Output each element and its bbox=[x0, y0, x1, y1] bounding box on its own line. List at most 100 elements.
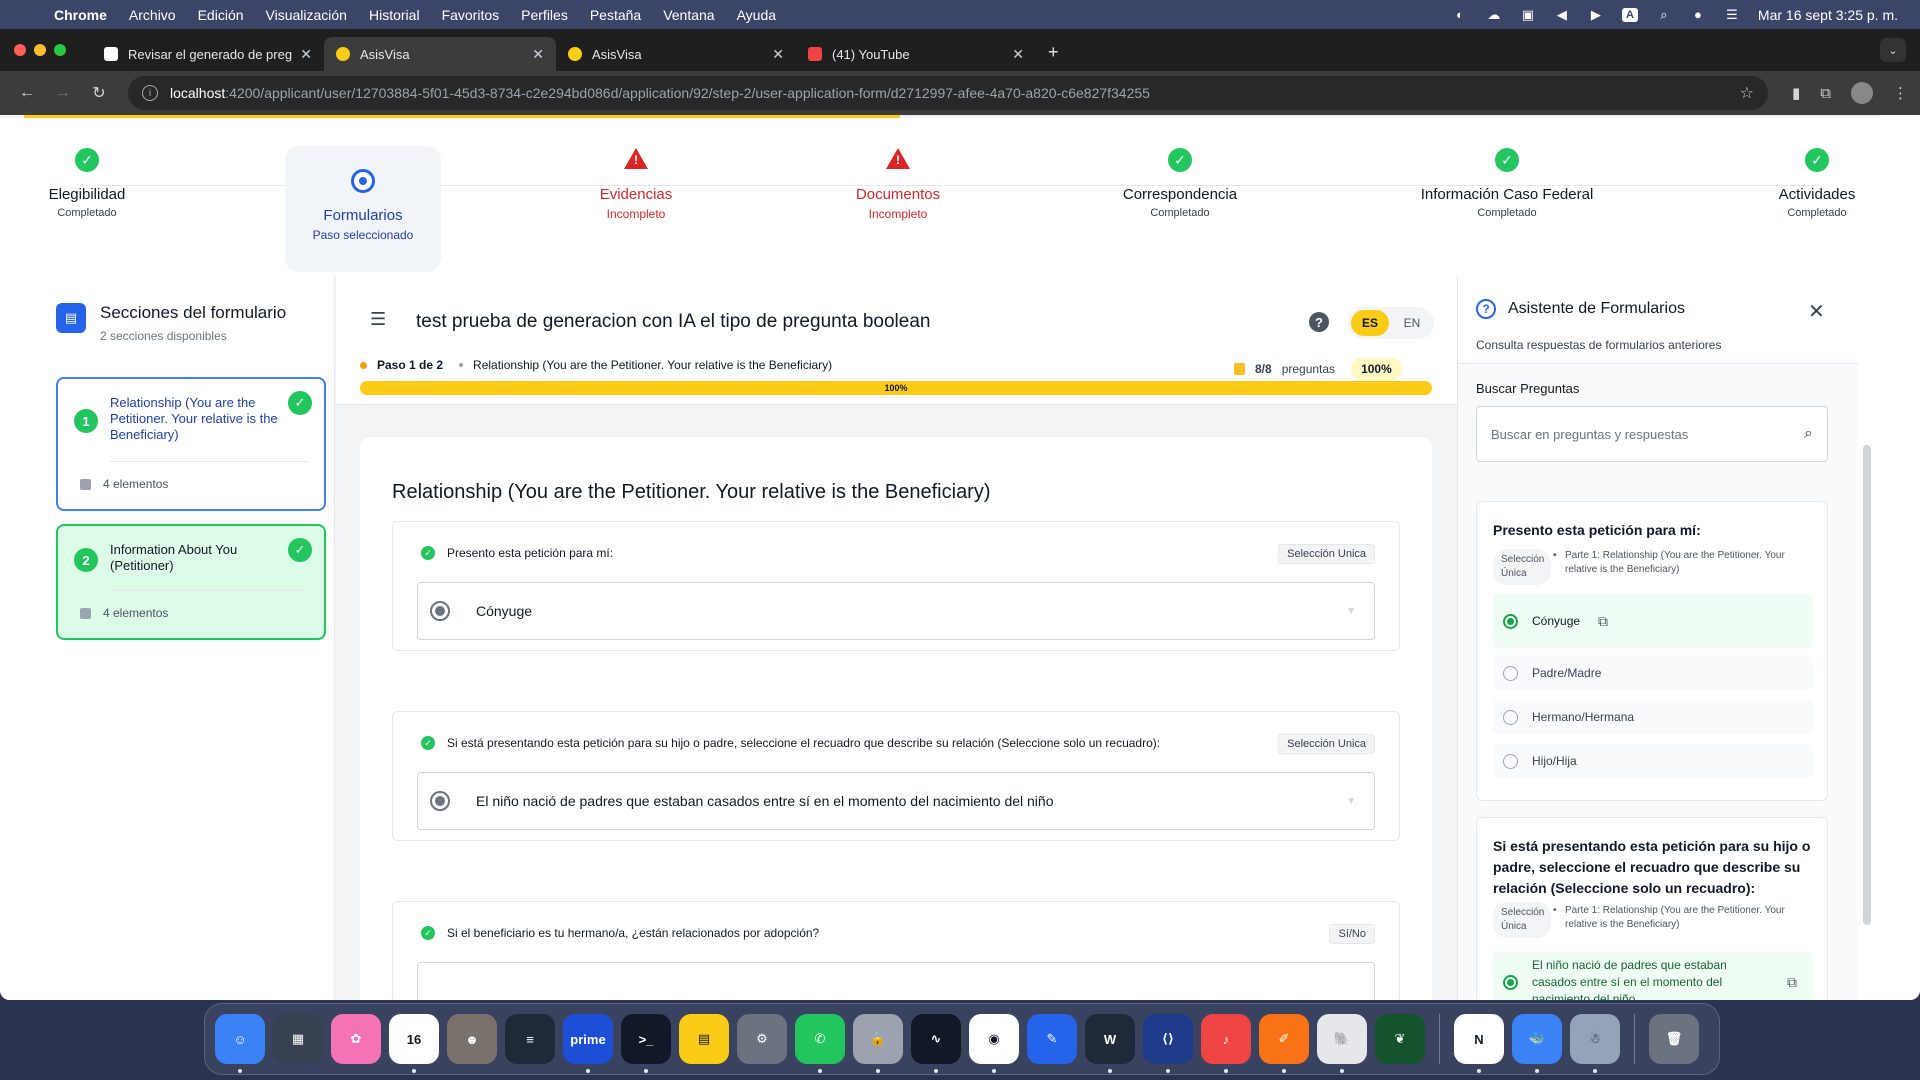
address-bar[interactable]: i localhost :4200/applicant/user/1270388… bbox=[128, 76, 1769, 110]
answer-option[interactable]: El niño nació de padres que estaban casa… bbox=[1493, 952, 1813, 1000]
form-assistant-panel: ? Asistente de Formularios ✕ Consulta re… bbox=[1457, 275, 1880, 1000]
menu-pestana[interactable]: Pestaña bbox=[590, 7, 641, 23]
section-card-1[interactable]: 1 Relationship (You are the Petitioner. … bbox=[56, 377, 326, 511]
menu-visualizacion[interactable]: Visualización bbox=[266, 7, 347, 23]
minimize-window-button[interactable] bbox=[34, 44, 46, 56]
close-tab-icon[interactable]: ✕ bbox=[772, 46, 784, 63]
dock-passwords-icon[interactable]: 🔒 bbox=[853, 1014, 903, 1073]
assistant-scrollbar[interactable] bbox=[1863, 445, 1871, 925]
input-source-icon[interactable]: A bbox=[1621, 7, 1638, 22]
answer-select[interactable]: Cónyuge ▼ bbox=[417, 582, 1375, 640]
step-correspondencia[interactable]: ✓ Correspondencia Completado bbox=[1095, 148, 1265, 219]
dock-notion-icon[interactable]: N bbox=[1454, 1014, 1504, 1073]
reload-icon[interactable]: ↻ bbox=[84, 83, 114, 103]
bookmark-star-icon[interactable]: ☆ bbox=[1740, 83, 1754, 103]
dock-terminal-icon[interactable]: >_ bbox=[621, 1014, 671, 1073]
step-evidencias[interactable]: ! Evidencias Incompleto bbox=[551, 148, 721, 221]
dock-whatsapp-icon[interactable]: ✆ bbox=[795, 1014, 845, 1073]
menubar-clock[interactable]: Mar 16 sept 3:25 p. m. bbox=[1758, 7, 1898, 23]
step-informacion-caso-federal[interactable]: ✓ Información Caso Federal Completado bbox=[1407, 148, 1607, 219]
menu-favoritos[interactable]: Favoritos bbox=[442, 7, 500, 23]
dock-music-icon[interactable]: ♪ bbox=[1201, 1014, 1251, 1073]
answer-option[interactable]: Cónyuge ⧉ bbox=[1493, 594, 1813, 648]
search-icon[interactable]: ⌕ bbox=[1804, 425, 1813, 443]
question-type-badge: Selección Unica bbox=[1278, 544, 1375, 564]
siri-icon[interactable]: ● bbox=[1690, 7, 1706, 22]
step-formularios[interactable]: Formularios Paso seleccionado bbox=[285, 146, 441, 272]
lang-es-button[interactable]: ES bbox=[1351, 310, 1389, 336]
volume-icon[interactable]: ◀ bbox=[1554, 7, 1570, 22]
help-icon[interactable]: ? bbox=[1309, 312, 1329, 332]
copy-icon[interactable]: ⧉ bbox=[1598, 613, 1608, 630]
dock-chrome-icon[interactable]: ◉ bbox=[969, 1014, 1019, 1073]
chevron-down-icon: ▼ bbox=[1346, 605, 1356, 617]
close-window-button[interactable] bbox=[14, 44, 26, 56]
dock-contacts-icon[interactable]: ☻ bbox=[447, 1014, 497, 1064]
answer-select[interactable]: El niño nació de padres que estaban casa… bbox=[417, 772, 1375, 830]
menu-ayuda[interactable]: Ayuda bbox=[737, 7, 776, 23]
answer-option[interactable]: Padre/Madre bbox=[1493, 656, 1813, 690]
browser-tab[interactable]: AsisVisa ✕ bbox=[556, 37, 796, 71]
dock-trash-icon[interactable]: 🗑 bbox=[1649, 1014, 1699, 1064]
play-icon[interactable]: ▶ bbox=[1588, 7, 1604, 22]
dock-activity-monitor-icon[interactable]: ∿ bbox=[911, 1014, 961, 1073]
close-icon[interactable]: ✕ bbox=[1808, 299, 1825, 324]
site-info-icon[interactable]: i bbox=[142, 85, 158, 101]
step-documentos[interactable]: ! Documentos Incompleto bbox=[813, 148, 983, 221]
collapse-menu-icon[interactable]: ☰ bbox=[370, 309, 386, 330]
dock-robot-app-icon[interactable]: ☃ bbox=[1570, 1014, 1620, 1073]
menu-ventana[interactable]: Ventana bbox=[663, 7, 714, 23]
dock-mongodb-compass-icon[interactable]: ❦ bbox=[1375, 1014, 1425, 1064]
dock-sublime-icon[interactable]: W bbox=[1085, 1014, 1135, 1073]
back-arrow-icon[interactable]: ← bbox=[12, 84, 42, 102]
menu-perfiles[interactable]: Perfiles bbox=[521, 7, 568, 23]
close-tab-icon[interactable]: ✕ bbox=[300, 46, 312, 63]
browser-tab-active[interactable]: AsisVisa ✕ bbox=[324, 37, 556, 71]
dock-system-settings-icon[interactable]: ⚙ bbox=[737, 1014, 787, 1064]
n-app-icon[interactable]: ▣ bbox=[1520, 7, 1536, 22]
menu-app-name[interactable]: Chrome bbox=[54, 7, 107, 23]
close-tab-icon[interactable]: ✕ bbox=[532, 46, 544, 63]
forward-arrow-icon[interactable]: → bbox=[48, 84, 78, 102]
focus-icon[interactable]: ◐ bbox=[1452, 7, 1468, 22]
step-actividades[interactable]: ✓ Actividades Completado bbox=[1757, 148, 1877, 219]
step-elegibilidad[interactable]: ✓ Elegibilidad Completado bbox=[2, 148, 172, 219]
dock-calendar-icon[interactable]: 16 bbox=[389, 1014, 439, 1073]
lang-en-button[interactable]: EN bbox=[1393, 310, 1431, 336]
extension-icon[interactable]: ▮ bbox=[1792, 84, 1800, 102]
cloud-icon[interactable]: ☁ bbox=[1486, 7, 1502, 22]
dock-docker-icon[interactable]: 🐳 bbox=[1512, 1014, 1562, 1073]
assistant-search-input[interactable]: Buscar en preguntas y respuestas ⌕ bbox=[1476, 406, 1828, 462]
tab-search-chevron-icon[interactable]: ⌄ bbox=[1880, 38, 1906, 62]
copy-icon[interactable]: ⧉ bbox=[1787, 974, 1797, 991]
menu-archivo[interactable]: Archivo bbox=[129, 7, 176, 23]
answer-option[interactable]: Hijo/Hija bbox=[1493, 744, 1813, 778]
dock-finder-icon[interactable]: ☺ bbox=[215, 1014, 265, 1073]
browser-tab[interactable]: Revisar el generado de preguntas ✕ bbox=[92, 37, 324, 71]
close-tab-icon[interactable]: ✕ bbox=[1012, 46, 1024, 63]
control-center-icon[interactable]: ☰ bbox=[1724, 7, 1740, 22]
dock-notes-icon[interactable]: ▤ bbox=[679, 1014, 729, 1064]
dock-postman-icon[interactable]: ✐ bbox=[1259, 1014, 1309, 1073]
chrome-menu-icon[interactable]: ⋮ bbox=[1893, 84, 1908, 102]
menu-historial[interactable]: Historial bbox=[369, 7, 420, 23]
zoom-window-button[interactable] bbox=[54, 44, 66, 56]
profile-avatar[interactable] bbox=[1851, 82, 1873, 104]
section-card-2[interactable]: 2 Information About You (Petitioner) ✓ 4… bbox=[56, 524, 326, 640]
new-tab-button[interactable]: + bbox=[1048, 42, 1059, 63]
dock-reminders-icon[interactable]: ≡ bbox=[505, 1014, 555, 1064]
answer-option[interactable]: Hermano/Hermana bbox=[1493, 700, 1813, 734]
browser-tab[interactable]: (41) YouTube ✕ bbox=[796, 37, 1036, 71]
dock-photos-icon[interactable]: ✿ bbox=[331, 1014, 381, 1064]
dock-xcode-tool-icon[interactable]: ✎ bbox=[1027, 1014, 1077, 1064]
dock-launchpad-icon[interactable]: ▦ bbox=[273, 1014, 323, 1064]
section-elements-count: 4 elementos bbox=[103, 477, 169, 491]
dock-prime-video-icon[interactable]: prime bbox=[563, 1014, 613, 1073]
boolean-answer-field[interactable] bbox=[417, 962, 1375, 1000]
step-name: Información Caso Federal bbox=[1420, 186, 1594, 203]
spotlight-search-icon[interactable]: ⌕ bbox=[1656, 7, 1672, 22]
dock-vscode-icon[interactable]: ⟨⟩ bbox=[1143, 1014, 1193, 1073]
dock-tableplus-icon[interactable]: 🐘 bbox=[1317, 1014, 1367, 1073]
menu-edicion[interactable]: Edición bbox=[198, 7, 244, 23]
extensions-puzzle-icon[interactable]: ⧉ bbox=[1820, 85, 1831, 102]
